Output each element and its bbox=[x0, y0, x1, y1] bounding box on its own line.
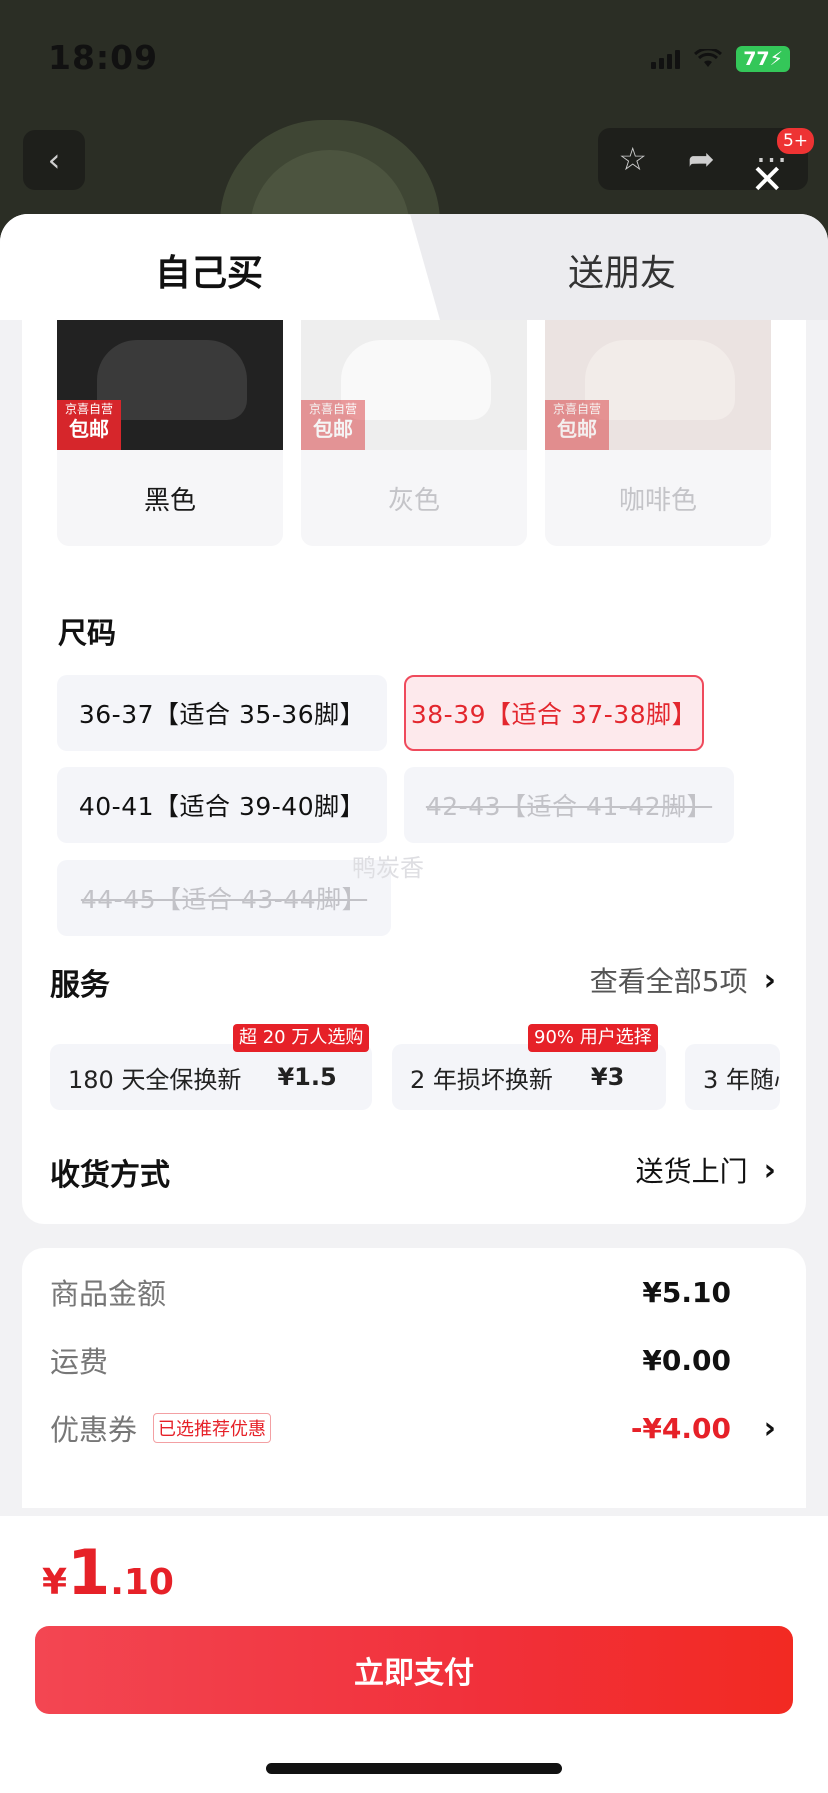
pay-now-button[interactable]: 立即支付 bbox=[35, 1626, 793, 1714]
service-badge: 90% 用户选择 bbox=[528, 1024, 658, 1052]
service-badge: 超 20 万人选购 bbox=[233, 1024, 370, 1052]
color-options: 京喜自营 包邮 黑色 京喜自营 包邮 灰色 京喜自营 包邮 咖啡色 bbox=[57, 320, 771, 546]
checkout-bar: ¥ 1 .10 立即支付 bbox=[0, 1516, 828, 1793]
service-option-3[interactable]: 3 年随心 bbox=[685, 1044, 780, 1110]
color-option-coffee[interactable]: 京喜自营 包邮 咖啡色 bbox=[545, 320, 771, 546]
tab-self-bg-curve bbox=[380, 214, 440, 320]
service-option-2[interactable]: 2 年损坏换新 ¥3 90% 用户选择 bbox=[392, 1024, 666, 1110]
service-title: 服务 bbox=[50, 968, 110, 1003]
home-indicator bbox=[266, 1763, 562, 1774]
coupon-tag: 已选推荐优惠 bbox=[153, 1413, 272, 1443]
service-price: ¥3 bbox=[590, 1063, 625, 1091]
status-time: 18:09 bbox=[48, 38, 159, 77]
service-name: 180 天全保换新 bbox=[68, 1065, 242, 1094]
color-label: 灰色 bbox=[387, 485, 440, 516]
total-decimal: .10 bbox=[110, 1562, 174, 1603]
chevron-right-icon: › bbox=[763, 1410, 776, 1446]
service-name: 3 年随心 bbox=[703, 1065, 780, 1094]
product-page-background bbox=[0, 0, 828, 240]
service-view-all[interactable]: 查看全部5项 › bbox=[590, 960, 776, 1000]
color-thumbnail: 京喜自营 包邮 bbox=[545, 320, 771, 450]
total-integer: 1 bbox=[67, 1536, 111, 1609]
service-view-all-label: 查看全部5项 bbox=[589, 965, 748, 998]
chevron-left-icon: ‹ bbox=[47, 141, 61, 179]
size-option-42-43[interactable]: 42-43【适合 41-42脚】 bbox=[404, 767, 734, 843]
shipping-label: 运费 bbox=[50, 1345, 109, 1379]
delivery-value: 送货上门 bbox=[635, 1155, 748, 1188]
purchase-tabs: 自己买 送朋友 bbox=[0, 214, 828, 320]
size-option-36-37[interactable]: 36-37【适合 35-36脚】 bbox=[57, 675, 387, 751]
color-thumbnail: 京喜自营 包邮 bbox=[301, 320, 527, 450]
price-summary-card: 商品金额 ¥5.10 运费 ¥0.00 优惠券 已选推荐优惠 -¥4.00 › bbox=[22, 1248, 806, 1508]
service-price: ¥1.5 bbox=[277, 1063, 337, 1091]
star-icon[interactable]: ☆ bbox=[618, 140, 647, 178]
color-option-black[interactable]: 京喜自营 包邮 黑色 bbox=[57, 320, 283, 546]
coupon-row[interactable]: 优惠券 已选推荐优惠 -¥4.00 › bbox=[50, 1408, 776, 1448]
shipping-row: 运费 ¥0.00 bbox=[50, 1340, 776, 1380]
jx-tag: 京喜自营 包邮 bbox=[301, 400, 365, 450]
color-option-grey[interactable]: 京喜自营 包邮 灰色 bbox=[301, 320, 527, 546]
service-option-1[interactable]: 180 天全保换新 ¥1.5 超 20 万人选购 bbox=[50, 1024, 372, 1110]
watermark: 鸭炭香 bbox=[352, 854, 424, 882]
tab-friend[interactable]: 送朋友 bbox=[568, 244, 676, 296]
battery-indicator: 77⚡ bbox=[736, 46, 790, 72]
shipping-value: ¥0.00 bbox=[642, 1343, 731, 1377]
size-option-40-41[interactable]: 40-41【适合 39-40脚】 bbox=[57, 767, 387, 843]
chevron-right-icon: › bbox=[763, 962, 776, 998]
coupon-value: -¥4.00 bbox=[630, 1411, 731, 1445]
status-indicators: 77⚡ bbox=[651, 46, 790, 72]
color-label: 黑色 bbox=[143, 485, 196, 516]
share-icon[interactable]: ➦ bbox=[688, 140, 715, 178]
purchase-sheet: 自己买 送朋友 京喜自营 包邮 黑色 京喜自营 包邮 灰色 京喜自营 包邮 咖啡… bbox=[0, 214, 828, 1793]
message-badge: 5+ bbox=[776, 128, 814, 154]
size-section-title: 尺码 bbox=[58, 616, 117, 650]
chevron-right-icon: › bbox=[763, 1152, 776, 1188]
close-icon[interactable]: ✕ bbox=[750, 160, 784, 200]
battery-level: 77 bbox=[743, 48, 770, 70]
total-currency: ¥ bbox=[42, 1562, 68, 1603]
coupon-label: 优惠券 bbox=[50, 1413, 138, 1447]
options-card: 京喜自营 包邮 黑色 京喜自营 包邮 灰色 京喜自营 包邮 咖啡色 尺码 36-37 bbox=[22, 320, 806, 1224]
jx-tag: 京喜自营 包邮 bbox=[545, 400, 609, 450]
color-thumbnail: 京喜自营 包邮 bbox=[57, 320, 283, 450]
goods-amount-label: 商品金额 bbox=[50, 1277, 167, 1311]
signal-icon bbox=[651, 49, 681, 69]
color-label: 咖啡色 bbox=[618, 485, 697, 516]
goods-amount-row: 商品金额 ¥5.10 bbox=[50, 1272, 776, 1312]
jx-tag: 京喜自营 包邮 bbox=[57, 400, 121, 450]
delivery-method[interactable]: 送货上门 › bbox=[636, 1150, 776, 1190]
delivery-title: 收货方式 bbox=[50, 1158, 170, 1193]
tab-self[interactable]: 自己买 bbox=[155, 244, 263, 296]
size-option-44-45[interactable]: 44-45【适合 43-44脚】 bbox=[57, 860, 391, 936]
service-name: 2 年损坏换新 bbox=[410, 1065, 553, 1094]
goods-amount-value: ¥5.10 bbox=[642, 1275, 731, 1309]
size-option-38-39[interactable]: 38-39【适合 37-38脚】 bbox=[404, 675, 704, 751]
back-button[interactable]: ‹ bbox=[23, 130, 85, 190]
wifi-icon bbox=[694, 49, 723, 67]
total-price: ¥ 1 .10 bbox=[42, 1536, 174, 1609]
